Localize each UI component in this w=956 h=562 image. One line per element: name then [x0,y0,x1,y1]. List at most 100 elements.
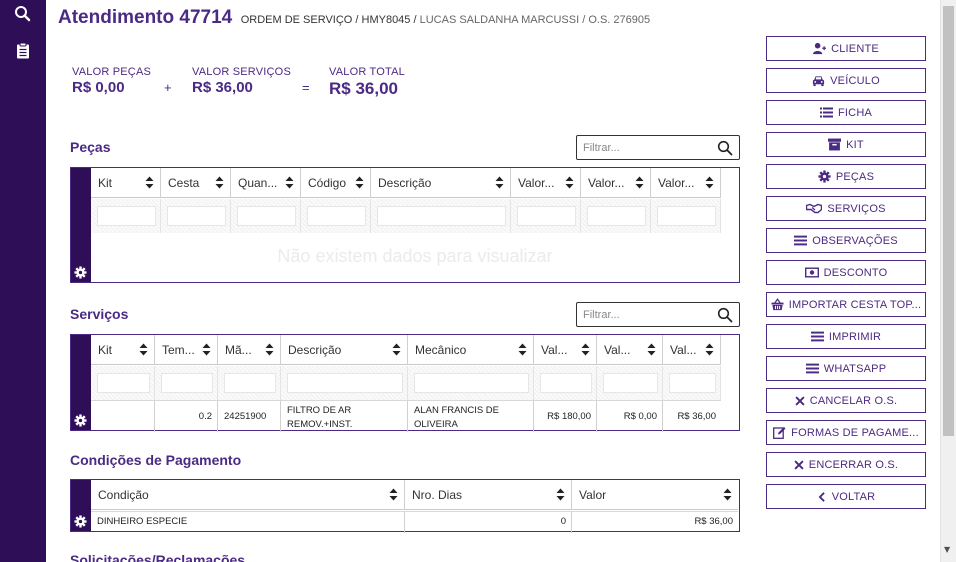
column-filter-input[interactable] [517,206,576,226]
column-filter-input[interactable] [307,206,366,226]
sort-icon[interactable] [389,488,398,501]
cell-mao-obra: 24251900 [218,401,281,432]
col-header-label: Valor... [588,176,625,190]
column-filter-input[interactable] [587,206,646,226]
column-filter-input[interactable] [669,373,716,393]
observacoes-button[interactable]: OBSERVAÇÕES [766,228,926,253]
col-header-label: Condição [98,488,149,502]
sort-icon[interactable] [139,343,148,356]
col-header[interactable]: Val... [597,335,663,365]
vertical-scrollbar[interactable]: ▼ [940,0,956,562]
cancelar-os-button[interactable]: CANCELAR O.S. [766,388,926,413]
encerrar-os-button[interactable]: ENCERRAR O.S. [766,452,926,477]
servicos-button[interactable]: SERVIÇOS [766,196,926,221]
sort-icon[interactable] [392,343,401,356]
col-header[interactable]: Val... [663,335,721,365]
sort-icon[interactable] [565,176,574,189]
gear-icon[interactable] [74,414,87,427]
sort-icon[interactable] [215,176,224,189]
sort-icon[interactable] [705,176,714,189]
col-header[interactable]: Nro. Dias [405,480,572,510]
col-header[interactable]: Kit [91,335,155,365]
col-header[interactable]: Cesta [161,168,231,198]
formas-pagamento-button[interactable]: FORMAS DE PAGAME... [766,420,926,445]
search-icon[interactable] [14,5,32,23]
search-icon[interactable] [717,140,733,156]
column-filter-input[interactable] [657,206,716,226]
col-header[interactable]: Kit [91,168,161,198]
gear-icon[interactable] [74,515,87,528]
search-icon[interactable] [717,307,733,323]
sort-icon[interactable] [635,176,644,189]
column-filter-input[interactable] [97,373,150,393]
cell-nro-dias: 0 [405,512,572,533]
col-header[interactable]: Valor... [511,168,581,198]
sort-icon[interactable] [265,343,274,356]
subtitle-client: LUCAS SALDANHA MARCUSSI [419,14,580,26]
left-sidebar [0,0,46,562]
col-header[interactable]: Mã... [218,335,281,365]
pecas-button[interactable]: PEÇAS [766,164,926,189]
pecas-label: PEÇAS [835,170,875,183]
col-header[interactable]: Descrição [371,168,511,198]
table-row[interactable]: DINHEIRO ESPECIE 0 R$ 36,00 [91,511,738,533]
col-header-label: Código [308,176,347,190]
car-icon [813,76,825,87]
column-filter-input[interactable] [97,206,156,226]
clipboard-icon[interactable] [14,42,32,60]
col-header[interactable]: Código [301,168,371,198]
total-servicos: VALOR SERVIÇOS R$ 36,00 [192,66,291,96]
whatsapp-button[interactable]: WHATSAPP [766,356,926,381]
voltar-button[interactable]: VOLTAR [766,484,926,509]
column-filter-input[interactable] [603,373,658,393]
column-filter-input[interactable] [287,373,403,393]
column-filter-input[interactable] [167,206,226,226]
sort-icon[interactable] [145,176,154,189]
imprimir-button[interactable]: IMPRIMIR [766,324,926,349]
column-filter-input[interactable] [540,373,592,393]
condicoes-header-row: Condição Nro. Dias Valor [91,480,738,510]
column-filter-input[interactable] [377,206,506,226]
scroll-down-icon[interactable]: ▼ [944,545,950,554]
scrollbar-thumb[interactable] [943,6,954,436]
importar-cesta-button[interactable]: IMPORTAR CESTA TOP... [766,292,926,317]
col-header[interactable]: Mecânico [408,335,534,365]
col-header[interactable]: Valor [572,480,738,510]
sort-icon[interactable] [723,488,732,501]
col-header[interactable]: Quan... [231,168,301,198]
sort-icon[interactable] [556,488,565,501]
encerrar-os-label: ENCERRAR O.S. [808,458,899,471]
ficha-button[interactable]: FICHA [766,100,926,125]
cliente-button[interactable]: CLIENTE [766,36,926,61]
col-header[interactable]: Descrição [281,335,408,365]
sort-icon[interactable] [285,176,294,189]
sort-icon[interactable] [705,343,714,356]
veiculo-button[interactable]: VEÍCULO [766,68,926,93]
sort-icon[interactable] [355,176,364,189]
total-pecas: VALOR PEÇAS R$ 0,00 [72,66,151,96]
subtitle-os: / O.S. 276905 [582,14,651,26]
servicos-filter-input[interactable] [577,303,707,326]
kit-label: KIT [846,138,864,151]
table-row[interactable]: 0.2 24251900 FILTRO DE AR REMOV.+INST. A… [91,400,721,432]
sort-icon[interactable] [581,343,590,356]
col-header[interactable]: Valor... [651,168,721,198]
grid-gutter [71,335,91,430]
sort-icon[interactable] [518,343,527,356]
kit-button[interactable]: KIT [766,132,926,157]
col-header[interactable]: Tem... [155,335,218,365]
column-filter-input[interactable] [161,373,213,393]
col-header[interactable]: Condição [91,480,405,510]
gear-icon[interactable] [74,266,87,279]
column-filter-input[interactable] [414,373,529,393]
col-header[interactable]: Val... [534,335,597,365]
cliente-label: CLIENTE [831,42,879,55]
column-filter-input[interactable] [237,206,296,226]
desconto-button[interactable]: DESCONTO [766,260,926,285]
sort-icon[interactable] [495,176,504,189]
pecas-filter-input[interactable] [577,136,707,159]
sort-icon[interactable] [202,343,211,356]
column-filter-input[interactable] [224,373,276,393]
sort-icon[interactable] [647,343,656,356]
col-header[interactable]: Valor... [581,168,651,198]
